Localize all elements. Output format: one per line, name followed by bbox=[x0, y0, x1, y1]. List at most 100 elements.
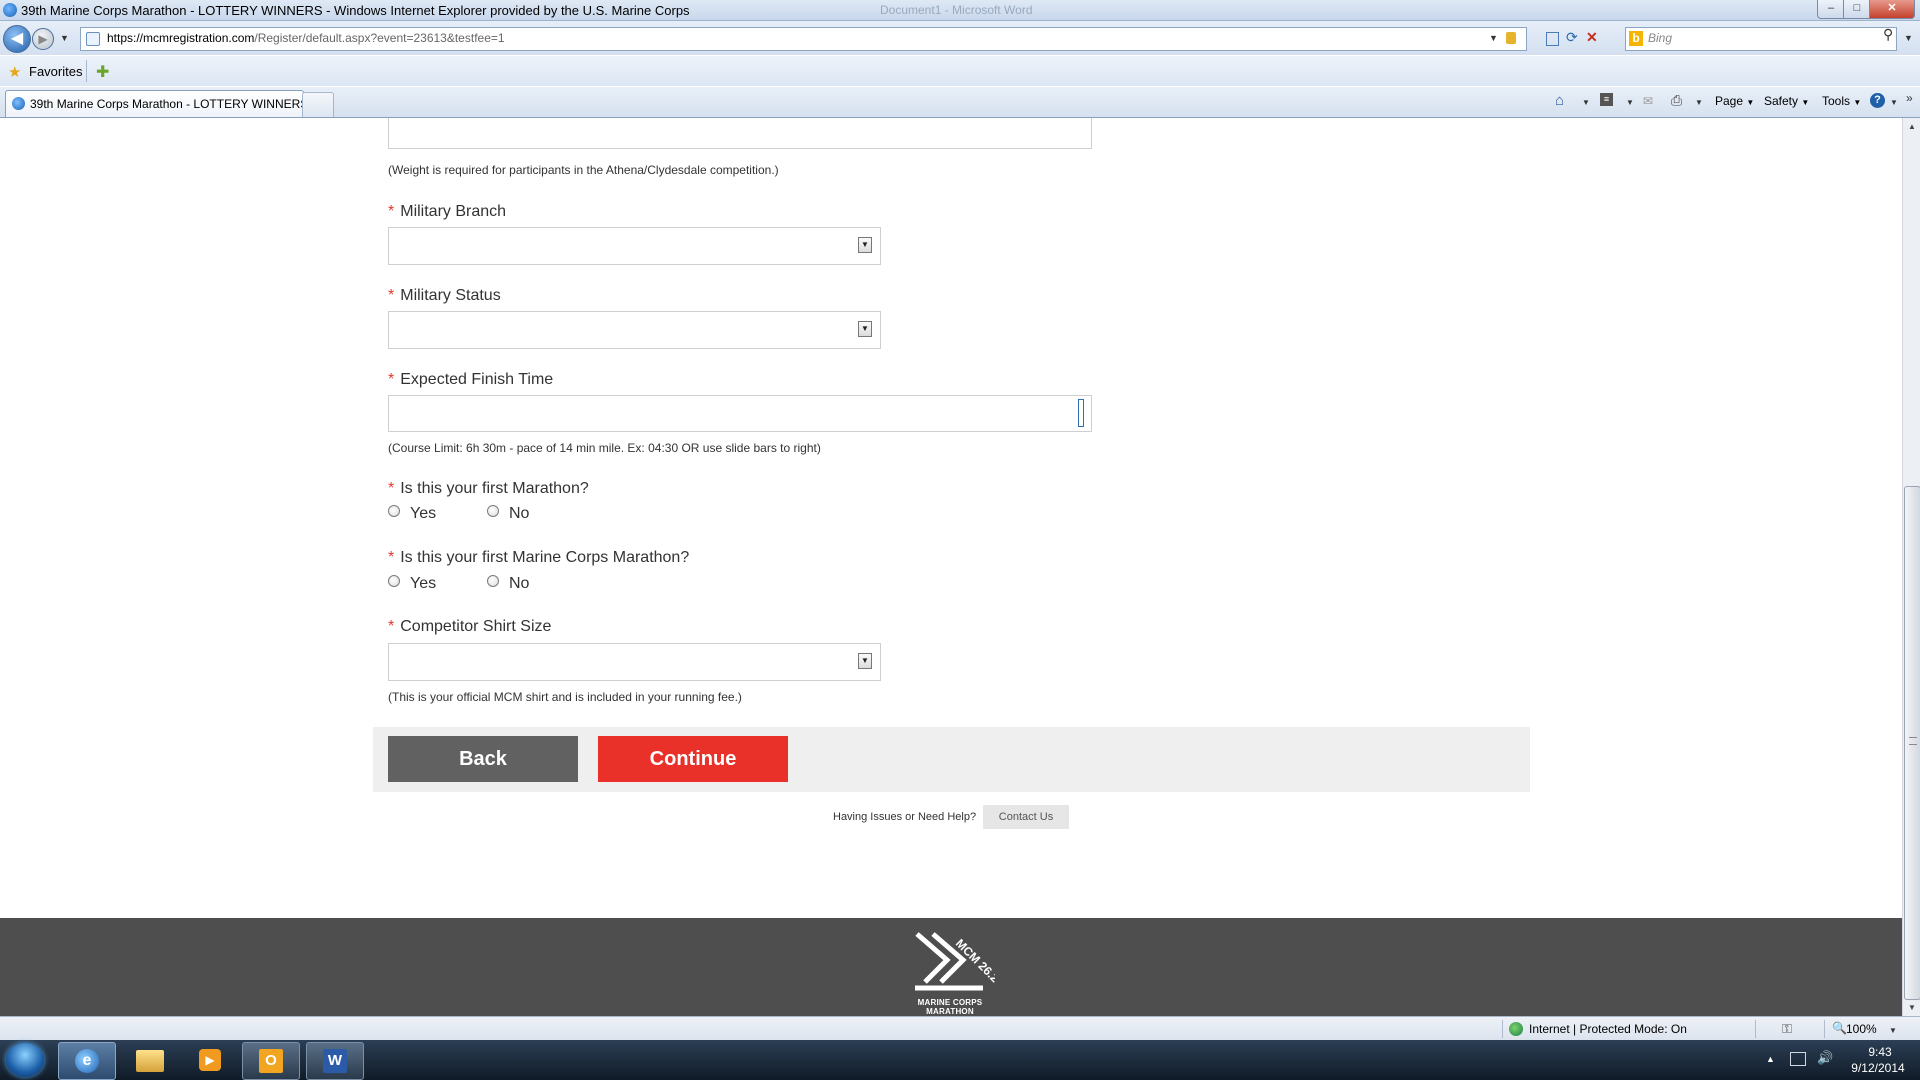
clock-time[interactable]: 9:43 bbox=[1855, 1045, 1905, 1059]
first-marathon-no-radio[interactable]: No bbox=[487, 505, 529, 523]
mail-icon[interactable]: ✉ bbox=[1643, 94, 1653, 108]
start-button[interactable] bbox=[6, 1043, 44, 1077]
close-window-button[interactable]: ✕ bbox=[1869, 0, 1915, 19]
address-path: /Register/default.aspx?event=23613&testf… bbox=[254, 31, 505, 45]
radio-circle-icon[interactable] bbox=[487, 505, 499, 517]
address-dropdown-icon[interactable]: ▼ bbox=[1489, 33, 1498, 43]
radio-circle-icon[interactable] bbox=[388, 575, 400, 587]
mcm-logo-icon[interactable]: MCM 26.2 bbox=[905, 926, 995, 996]
scroll-up-icon[interactable]: ▲ bbox=[1903, 118, 1920, 135]
feeds-icon[interactable]: ≡ bbox=[1600, 93, 1613, 106]
tab-favicon-icon bbox=[12, 97, 25, 110]
required-marker: * bbox=[388, 287, 395, 304]
feeds-dropdown-icon[interactable]: ▼ bbox=[1626, 98, 1634, 107]
history-dropdown-icon[interactable]: ▼ bbox=[60, 33, 69, 43]
help-icon[interactable]: ? bbox=[1870, 93, 1885, 108]
chevron-down-icon[interactable]: ▼ bbox=[858, 237, 872, 253]
favorites-star-icon[interactable]: ★ bbox=[8, 63, 21, 81]
print-icon[interactable]: ⎙ bbox=[1671, 92, 1682, 109]
add-favorite-icon[interactable]: ✚ bbox=[96, 62, 109, 82]
required-marker: * bbox=[388, 549, 395, 566]
search-dropdown-icon[interactable]: ▼ bbox=[1904, 33, 1913, 43]
tools-menu[interactable]: Tools ▼ bbox=[1822, 94, 1861, 108]
radio-circle-icon[interactable] bbox=[388, 505, 400, 517]
zoom-dropdown-icon[interactable]: ▼ bbox=[1889, 1026, 1897, 1035]
military-status-select[interactable]: ▼ bbox=[388, 311, 881, 349]
address-url[interactable]: https://mcmregistration.com/Register/def… bbox=[107, 31, 505, 45]
military-branch-select[interactable]: ▼ bbox=[388, 227, 881, 265]
page-menu[interactable]: Page ▼ bbox=[1715, 94, 1754, 108]
forward-nav-button[interactable]: ▶ bbox=[32, 28, 54, 50]
back-button[interactable]: Back bbox=[388, 736, 578, 782]
shirt-size-select[interactable]: ▼ bbox=[388, 643, 881, 681]
home-dropdown-icon[interactable]: ▼ bbox=[1582, 98, 1590, 107]
first-marathon-yes-radio[interactable]: Yes bbox=[388, 505, 436, 523]
outlook-icon: O bbox=[259, 1049, 283, 1073]
continue-button[interactable]: Continue bbox=[598, 736, 788, 782]
scrollbar-thumb[interactable] bbox=[1904, 486, 1920, 1000]
stop-icon[interactable]: ✕ bbox=[1586, 29, 1598, 46]
help-dropdown-icon[interactable]: ▼ bbox=[1890, 98, 1898, 107]
tray-expand-icon[interactable]: ▲ bbox=[1766, 1054, 1775, 1064]
zoom-icon[interactable]: 🔍 bbox=[1832, 1021, 1847, 1035]
chevron-down-icon[interactable]: ▼ bbox=[858, 653, 872, 669]
shirt-size-text: Competitor Shirt Size bbox=[400, 618, 552, 635]
clock-date[interactable]: 9/12/2014 bbox=[1838, 1061, 1918, 1075]
new-tab-button[interactable] bbox=[302, 92, 334, 117]
first-mcm-label: * Is this your first Marine Corps Maratho… bbox=[388, 549, 689, 567]
compatibility-view-icon[interactable] bbox=[1546, 32, 1559, 46]
back-nav-button[interactable]: ◀ bbox=[3, 25, 31, 53]
chevron-more-icon[interactable]: » bbox=[1906, 91, 1913, 105]
finish-time-input[interactable] bbox=[388, 395, 1092, 432]
military-branch-label: * Military Branch bbox=[388, 203, 506, 221]
address-bar[interactable]: https://mcmregistration.com/Register/def… bbox=[80, 27, 1598, 51]
page-menu-arrow-icon: ▼ bbox=[1746, 98, 1755, 107]
first-mcm-text: Is this your first Marine Corps Marathon… bbox=[400, 549, 690, 566]
taskbar-file-explorer[interactable] bbox=[122, 1042, 178, 1078]
tools-menu-label: Tools bbox=[1822, 94, 1851, 108]
first-mcm-yes-radio[interactable]: Yes bbox=[388, 575, 436, 593]
tab-active[interactable]: 39th Marine Corps Marathon - LOTTERY WIN… bbox=[5, 90, 308, 117]
page-content: (Weight is required for participants in … bbox=[0, 118, 1902, 1016]
home-icon[interactable]: ⌂ bbox=[1555, 92, 1564, 109]
scroll-down-icon[interactable]: ▼ bbox=[1903, 999, 1920, 1016]
lock-icon[interactable] bbox=[1506, 32, 1516, 44]
taskbar-internet-explorer[interactable]: e bbox=[58, 1042, 116, 1080]
safety-menu-arrow-icon: ▼ bbox=[1801, 98, 1810, 107]
word-icon: W bbox=[323, 1049, 347, 1073]
address-toolbar: ◀ ▶ ▼ https://mcmregistration.com/Regist… bbox=[0, 21, 1920, 55]
form-actions: Back Continue bbox=[373, 727, 1530, 792]
refresh-icon[interactable]: ⟳ bbox=[1566, 29, 1578, 46]
security-zone-status[interactable]: Internet | Protected Mode: On bbox=[1529, 1022, 1687, 1036]
contact-us-button[interactable]: Contact Us bbox=[983, 805, 1069, 829]
minimize-button[interactable]: – bbox=[1817, 0, 1845, 19]
taskbar-outlook[interactable]: O bbox=[242, 1042, 300, 1080]
finish-time-slider-handle[interactable] bbox=[1078, 399, 1084, 427]
radio-circle-icon[interactable] bbox=[487, 575, 499, 587]
vertical-scrollbar[interactable]: ▲ ▼ bbox=[1902, 118, 1920, 1016]
favorites-bar: ★ Favorites ✚ bbox=[0, 56, 1920, 86]
status-bar: Internet | Protected Mode: On ⚿ 🔍 100% ▼ bbox=[0, 1016, 1920, 1041]
chevron-down-icon[interactable]: ▼ bbox=[858, 321, 872, 337]
safety-menu-label: Safety bbox=[1764, 94, 1799, 108]
shirt-size-note: (This is your official MCM shirt and is … bbox=[388, 690, 742, 704]
maximize-button[interactable]: □ bbox=[1843, 0, 1871, 19]
zoom-level[interactable]: 100% bbox=[1846, 1022, 1877, 1036]
required-marker: * bbox=[388, 480, 395, 497]
network-icon[interactable] bbox=[1790, 1052, 1806, 1066]
search-input[interactable]: b Bing bbox=[1625, 27, 1897, 51]
background-window-title: Document1 - Microsoft Word bbox=[880, 3, 1033, 17]
safety-menu[interactable]: Safety ▼ bbox=[1764, 94, 1809, 108]
finish-time-label: * Expected Finish Time bbox=[388, 371, 553, 389]
weight-input[interactable] bbox=[388, 118, 1092, 149]
first-mcm-no-radio[interactable]: No bbox=[487, 575, 529, 593]
favorites-button[interactable]: Favorites bbox=[29, 64, 82, 79]
military-branch-text: Military Branch bbox=[400, 203, 507, 220]
search-icon[interactable]: ⚲ bbox=[1883, 26, 1893, 43]
protected-mode-icon[interactable]: ⚿ bbox=[1782, 1021, 1792, 1037]
taskbar-media-player[interactable]: ▶ bbox=[182, 1042, 238, 1078]
bing-icon: b bbox=[1629, 31, 1643, 46]
volume-icon[interactable]: 🔊 bbox=[1817, 1050, 1833, 1066]
taskbar-word[interactable]: W bbox=[306, 1042, 364, 1080]
print-dropdown-icon[interactable]: ▼ bbox=[1695, 98, 1703, 107]
